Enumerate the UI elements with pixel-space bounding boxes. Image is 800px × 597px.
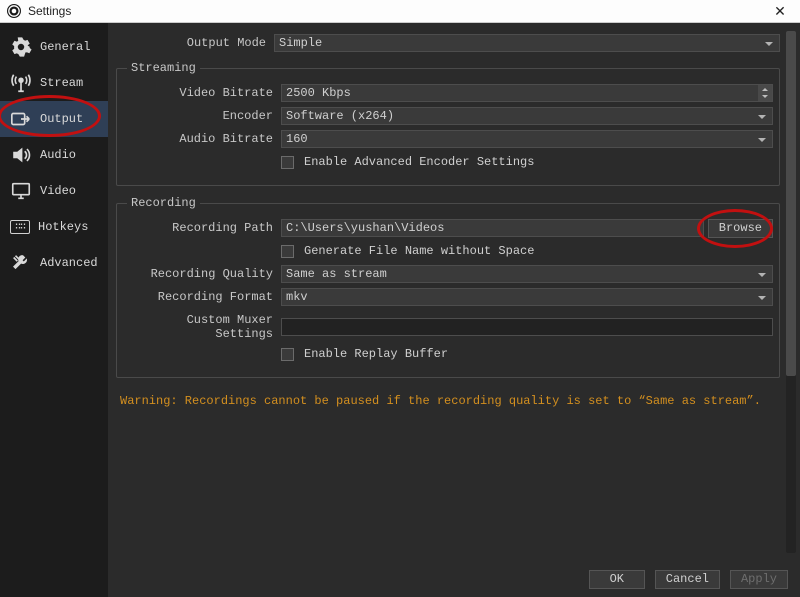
recording-quality-value: Same as stream — [286, 267, 387, 281]
replay-buffer-label: Enable Replay Buffer — [304, 347, 448, 361]
output-mode-dropdown[interactable]: Simple — [274, 34, 780, 52]
video-bitrate-value: 2500 Kbps — [286, 86, 351, 100]
browse-button[interactable]: Browse — [708, 219, 773, 238]
video-bitrate-label: Video Bitrate — [123, 86, 281, 100]
broadcast-icon — [10, 72, 32, 94]
enable-advanced-label: Enable Advanced Encoder Settings — [304, 155, 534, 169]
title-bar: Settings ✕ — [0, 0, 800, 23]
sidebar-item-label: Hotkeys — [38, 220, 88, 234]
warning-text: Warning: Recordings cannot be paused if … — [116, 388, 780, 412]
recording-quality-dropdown[interactable]: Same as stream — [281, 265, 773, 283]
recording-path-value: C:\Users\yushan\Videos — [286, 221, 444, 235]
streaming-group: Streaming Video Bitrate 2500 Kbps Encode… — [116, 61, 780, 186]
enable-advanced-checkbox[interactable] — [281, 156, 294, 169]
sidebar: General Stream Output Audio Video — [0, 23, 108, 597]
sidebar-item-output[interactable]: Output — [0, 101, 108, 137]
audio-bitrate-label: Audio Bitrate — [123, 132, 281, 146]
spin-up[interactable] — [758, 85, 772, 93]
sidebar-item-label: Audio — [40, 148, 76, 162]
ok-label: OK — [610, 572, 624, 586]
scrollbar-thumb[interactable] — [786, 31, 796, 376]
sidebar-item-video[interactable]: Video — [0, 173, 108, 209]
sidebar-item-label: Output — [40, 112, 83, 126]
recording-format-label: Recording Format — [123, 290, 281, 304]
window-title: Settings — [28, 4, 760, 18]
output-icon — [10, 108, 32, 130]
recording-group: Recording Recording Path C:\Users\yushan… — [116, 196, 780, 378]
scrollbar[interactable] — [786, 31, 796, 553]
recording-format-value: mkv — [286, 290, 308, 304]
monitor-icon — [10, 180, 32, 202]
gen-filename-checkbox[interactable] — [281, 245, 294, 258]
encoder-label: Encoder — [123, 109, 281, 123]
recording-path-input[interactable]: C:\Users\yushan\Videos — [281, 219, 704, 237]
gear-icon — [10, 36, 32, 58]
keyboard-icon: ∷∷ — [10, 220, 30, 234]
audio-bitrate-dropdown[interactable]: 160 — [281, 130, 773, 148]
apply-button[interactable]: Apply — [730, 570, 788, 589]
dialog-footer: OK Cancel Apply — [108, 561, 800, 597]
tools-icon — [10, 252, 32, 274]
sidebar-item-label: Stream — [40, 76, 83, 90]
recording-legend: Recording — [127, 196, 200, 210]
recording-path-label: Recording Path — [123, 221, 281, 235]
encoder-dropdown[interactable]: Software (x264) — [281, 107, 773, 125]
close-button[interactable]: ✕ — [760, 0, 800, 22]
replay-buffer-checkbox[interactable] — [281, 348, 294, 361]
custom-muxer-label: Custom Muxer Settings — [123, 313, 281, 341]
output-mode-value: Simple — [279, 36, 322, 50]
browse-label: Browse — [719, 221, 762, 235]
spin-down[interactable] — [758, 93, 772, 101]
ok-button[interactable]: OK — [589, 570, 645, 589]
sidebar-item-label: Advanced — [40, 256, 98, 270]
sidebar-item-general[interactable]: General — [0, 29, 108, 65]
audio-bitrate-value: 160 — [286, 132, 308, 146]
main-panel: Output Mode Simple Streaming Video Bitra… — [108, 23, 800, 597]
cancel-label: Cancel — [666, 572, 709, 586]
gen-filename-label: Generate File Name without Space — [304, 244, 534, 258]
sidebar-item-label: General — [40, 40, 90, 54]
recording-format-dropdown[interactable]: mkv — [281, 288, 773, 306]
recording-quality-label: Recording Quality — [123, 267, 281, 281]
sidebar-item-stream[interactable]: Stream — [0, 65, 108, 101]
speaker-icon — [10, 144, 32, 166]
encoder-value: Software (x264) — [286, 109, 394, 123]
sidebar-item-audio[interactable]: Audio — [0, 137, 108, 173]
cancel-button[interactable]: Cancel — [655, 570, 720, 589]
app-icon — [6, 3, 22, 19]
output-mode-label: Output Mode — [116, 36, 274, 50]
video-bitrate-spinner[interactable]: 2500 Kbps — [281, 84, 773, 102]
sidebar-item-advanced[interactable]: Advanced — [0, 245, 108, 281]
custom-muxer-input[interactable] — [281, 318, 773, 336]
apply-label: Apply — [741, 572, 777, 586]
streaming-legend: Streaming — [127, 61, 200, 75]
sidebar-item-hotkeys[interactable]: ∷∷ Hotkeys — [0, 209, 108, 245]
sidebar-item-label: Video — [40, 184, 76, 198]
